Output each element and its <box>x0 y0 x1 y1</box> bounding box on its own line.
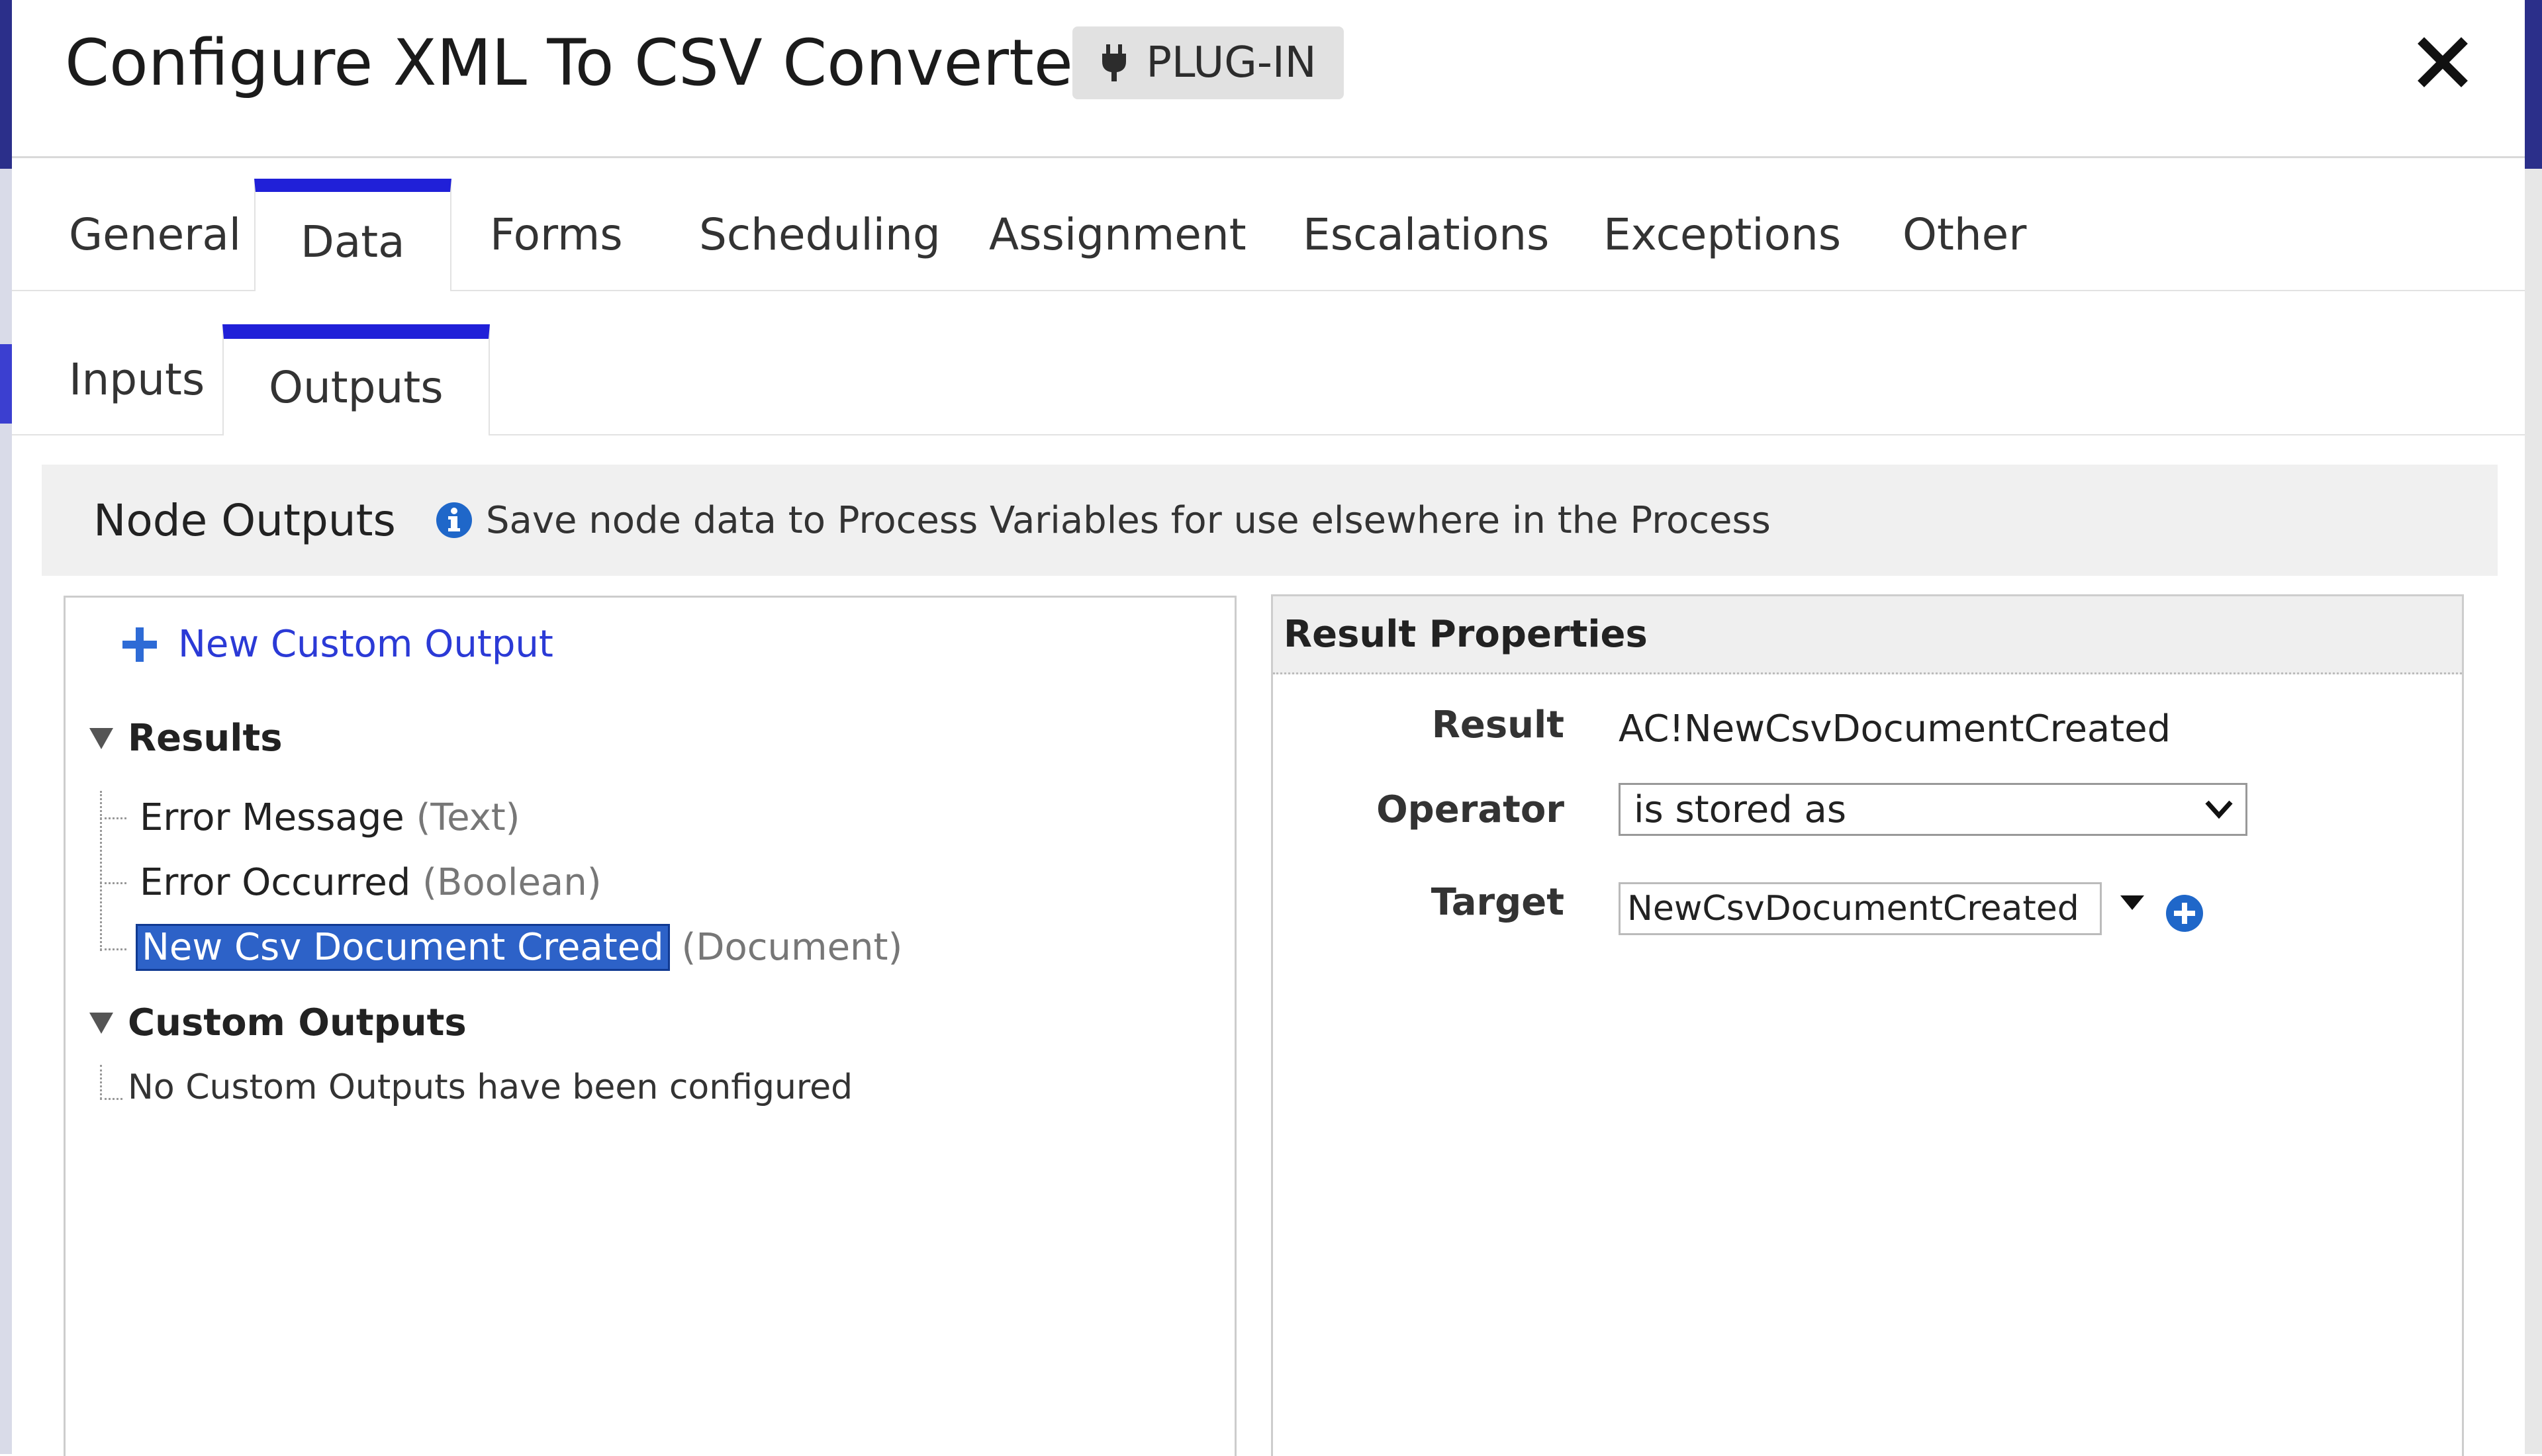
tab-other[interactable]: Other <box>1858 179 2071 290</box>
results-heading: Results <box>128 717 283 760</box>
operator-selected-value: is stored as <box>1634 788 1847 831</box>
triangle-down-icon <box>89 1012 113 1034</box>
result-properties-panel: Result Properties Result AC!NewCsvDocume… <box>1271 594 2464 1456</box>
tree-connector <box>100 791 102 951</box>
close-icon <box>2418 37 2468 87</box>
tab-scheduling[interactable]: Scheduling <box>654 179 986 290</box>
result-item-type: (Boolean) <box>422 860 602 904</box>
configure-dialog: Configure XML To CSV Converter PLUG-IN G… <box>12 0 2525 1456</box>
background-left-edge <box>0 0 12 1454</box>
tab-assignment[interactable]: Assignment <box>944 179 1292 290</box>
background-left-header <box>0 0 12 169</box>
results-group-toggle[interactable]: Results <box>89 717 283 760</box>
plus-icon <box>122 627 157 662</box>
result-properties-title: Result Properties <box>1284 613 1648 656</box>
add-circle-icon[interactable] <box>2165 894 2204 933</box>
result-label: Result <box>1431 704 1564 747</box>
target-label: Target <box>1431 881 1564 924</box>
header-divider <box>12 156 2525 158</box>
result-item-error-occurred[interactable]: Error Occurred (Boolean) <box>140 854 602 910</box>
result-value: AC!NewCsvDocumentCreated <box>1619 707 2171 751</box>
result-item-error-message[interactable]: Error Message (Text) <box>140 790 520 845</box>
node-outputs-info-text: Save node data to Process Variables for … <box>486 498 1771 542</box>
plug-icon <box>1102 44 1127 81</box>
plugin-badge-label: PLUG-IN <box>1146 38 1317 87</box>
node-outputs-bar: Node Outputs Save node data to Process V… <box>42 465 2498 576</box>
chevron-down-icon <box>2205 800 2233 819</box>
tab-exceptions[interactable]: Exceptions <box>1558 179 1886 290</box>
triangle-down-icon <box>89 727 113 749</box>
result-item-type: (Document) <box>681 925 903 969</box>
background-right-edge <box>2523 0 2542 1454</box>
tab-escalations[interactable]: Escalations <box>1258 179 1594 290</box>
tab-forms[interactable]: Forms <box>445 179 668 290</box>
custom-outputs-empty-message: No Custom Outputs have been configured <box>128 1068 853 1107</box>
subtab-outputs[interactable]: Outputs <box>222 324 490 435</box>
caret-down-icon[interactable] <box>2119 893 2145 913</box>
result-item-new-csv-document-created[interactable]: New Csv Document Created (Document) <box>136 919 902 975</box>
target-input[interactable] <box>1619 882 2102 935</box>
custom-outputs-group-toggle[interactable]: Custom Outputs <box>89 1001 467 1044</box>
result-item-type: (Text) <box>416 796 520 839</box>
custom-outputs-heading: Custom Outputs <box>128 1001 467 1044</box>
background-left-accent <box>0 344 12 424</box>
operator-label: Operator <box>1376 788 1564 831</box>
result-item-name: Error Message <box>140 796 404 839</box>
subtab-inputs[interactable]: Inputs <box>24 324 250 434</box>
plugin-badge: PLUG-IN <box>1072 26 1344 99</box>
operator-select[interactable]: is stored as <box>1619 783 2247 836</box>
tab-data[interactable]: Data <box>254 179 451 291</box>
close-button[interactable] <box>2410 29 2476 95</box>
outputs-tree-panel: New Custom Output Results Error Message … <box>64 596 1237 1456</box>
main-tabs: General Data Forms Scheduling Assignment… <box>12 179 2525 291</box>
result-item-name: Error Occurred <box>140 860 411 904</box>
dialog-title: Configure XML To CSV Converter <box>65 26 1100 100</box>
background-right-header <box>2525 0 2542 169</box>
tree-connector <box>100 882 126 884</box>
result-properties-header: Result Properties <box>1273 596 2462 674</box>
node-outputs-title: Node Outputs <box>93 494 396 546</box>
tree-connector <box>100 1065 102 1099</box>
tree-connector <box>100 1098 122 1100</box>
tab-general[interactable]: General <box>24 179 286 290</box>
new-custom-output-link[interactable]: New Custom Output <box>121 623 553 666</box>
result-item-name: New Csv Document Created <box>136 923 670 971</box>
node-outputs-info: Save node data to Process Variables for … <box>436 465 1771 576</box>
new-custom-output-label: New Custom Output <box>178 623 553 666</box>
tree-connector <box>100 817 126 819</box>
data-subtabs: Inputs Outputs <box>12 324 2525 435</box>
info-icon <box>436 502 472 538</box>
tree-connector <box>100 948 126 950</box>
